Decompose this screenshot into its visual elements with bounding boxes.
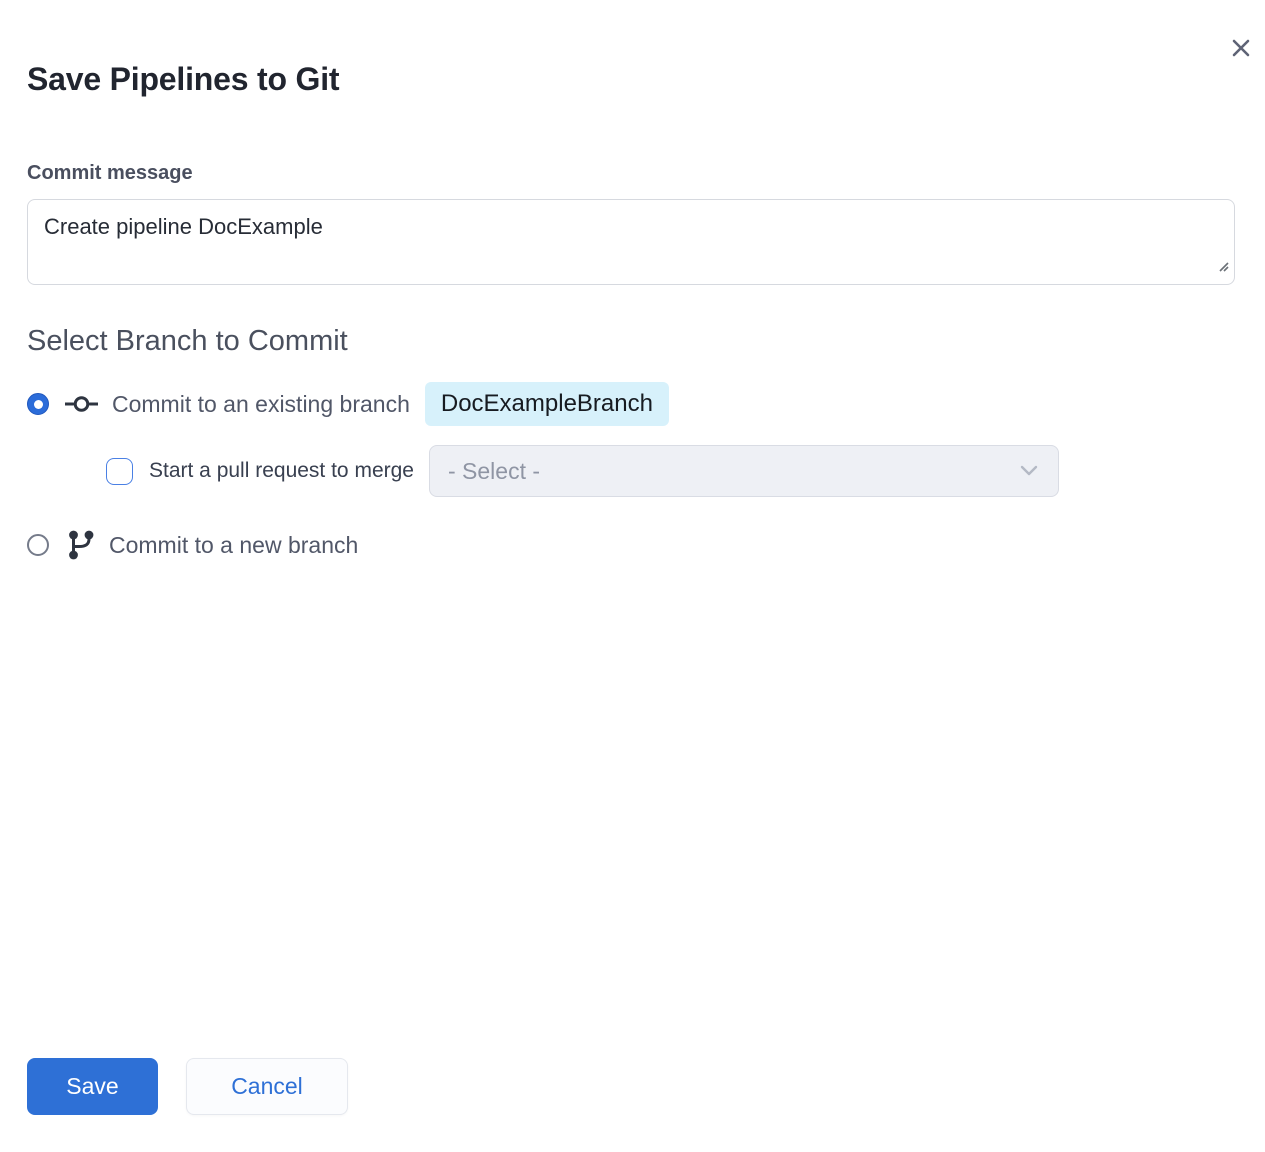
chevron-down-icon [1020,465,1038,477]
close-x-icon [1230,37,1252,59]
existing-branch-row: Commit to an existing branch DocExampleB… [27,382,1235,426]
existing-branch-radio[interactable] [27,393,49,415]
pull-request-checkbox[interactable] [106,458,133,485]
branch-name-badge: DocExampleBranch [425,382,669,426]
close-button[interactable] [1227,34,1255,62]
git-commit-icon [65,392,98,416]
new-branch-row: Commit to a new branch [27,529,1235,561]
merge-target-select-value: - Select - [448,458,540,485]
cancel-button[interactable]: Cancel [186,1058,348,1115]
git-branch-icon [67,529,95,561]
merge-target-select[interactable]: - Select - [429,445,1059,497]
commit-message-label: Commit message [27,162,1235,185]
new-branch-label: Commit to a new branch [109,532,358,559]
commit-message-field-wrap: Create pipeline DocExample [27,199,1235,285]
dialog-footer: Save Cancel [27,1058,1235,1115]
pull-request-row: Start a pull request to merge - Select - [106,445,1235,497]
page-title: Save Pipelines to Git [27,60,1235,98]
pull-request-label: Start a pull request to merge [149,459,414,483]
select-branch-heading: Select Branch to Commit [27,325,1235,358]
commit-message-input[interactable]: Create pipeline DocExample [27,199,1235,285]
save-button[interactable]: Save [27,1058,158,1115]
new-branch-radio[interactable] [27,534,49,556]
existing-branch-label: Commit to an existing branch [112,391,410,418]
